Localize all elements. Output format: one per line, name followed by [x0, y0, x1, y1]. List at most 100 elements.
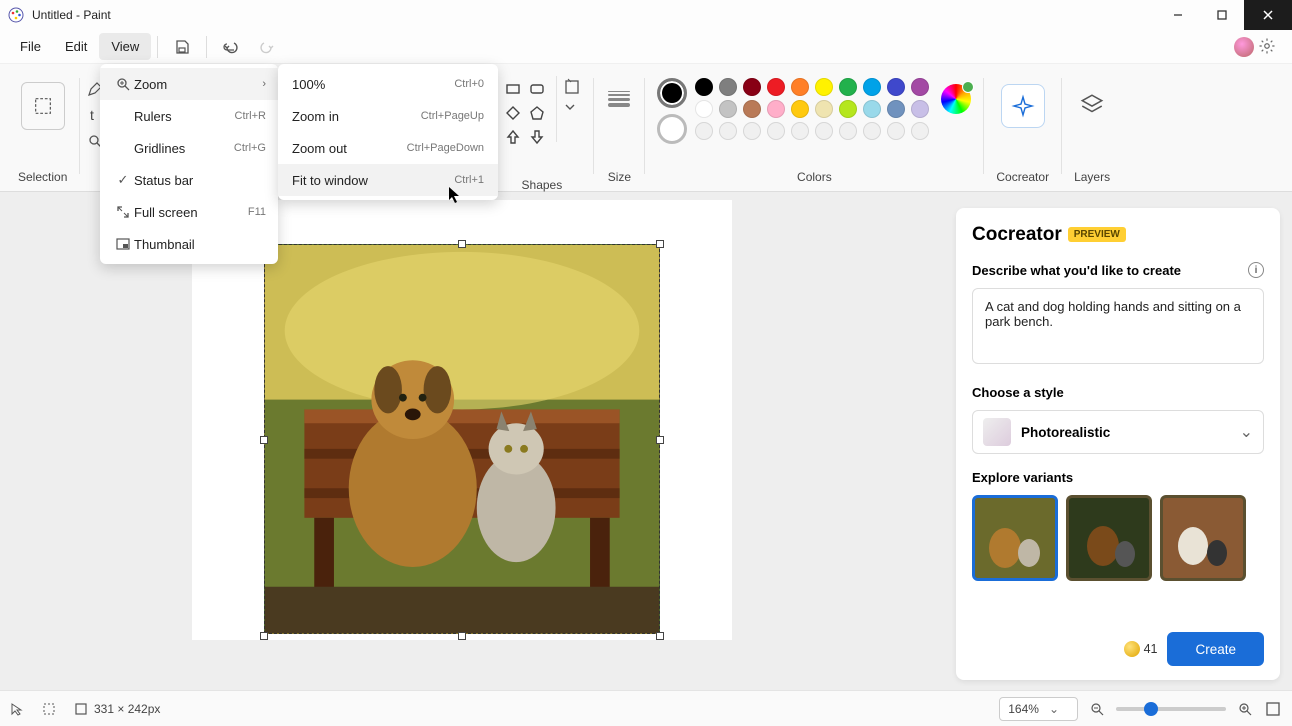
color-swatch[interactable] — [719, 78, 737, 96]
resize-handle[interactable] — [656, 436, 664, 444]
color-swatch[interactable] — [887, 100, 905, 118]
color-swatch[interactable] — [911, 78, 929, 96]
color-swatch[interactable] — [767, 100, 785, 118]
view-menu-gridlines[interactable]: Gridlines Ctrl+G — [100, 132, 278, 164]
view-menu-statusbar[interactable]: ✓ Status bar — [100, 164, 278, 196]
variant-3[interactable] — [1160, 495, 1246, 581]
color-primary[interactable] — [657, 78, 687, 108]
color-swatch[interactable] — [911, 100, 929, 118]
zoom-in[interactable]: Zoom in Ctrl+PageUp — [278, 100, 498, 132]
color-swatch[interactable] — [743, 100, 761, 118]
shape-outline-icon[interactable] — [563, 78, 581, 96]
view-menu-rulers[interactable]: Rulers Ctrl+R — [100, 100, 278, 132]
color-swatch[interactable] — [767, 122, 785, 140]
selection-tool[interactable] — [21, 82, 65, 130]
separator — [1061, 78, 1062, 174]
view-menu-zoom[interactable]: Zoom › — [100, 68, 278, 100]
color-swatch[interactable] — [767, 78, 785, 96]
size-selector[interactable] — [606, 86, 632, 112]
info-icon[interactable]: i — [1248, 262, 1264, 278]
menu-file[interactable]: File — [8, 33, 53, 60]
menu-edit[interactable]: Edit — [53, 33, 99, 60]
resize-handle[interactable] — [656, 632, 664, 640]
view-menu-thumbnail[interactable]: Thumbnail — [100, 228, 278, 260]
undo-button[interactable] — [217, 33, 245, 61]
minimize-button[interactable] — [1156, 0, 1200, 30]
color-swatch[interactable] — [839, 100, 857, 118]
zoom-fit-window[interactable]: Fit to window Ctrl+1 — [278, 164, 498, 196]
color-swatch[interactable] — [815, 122, 833, 140]
color-swatch[interactable] — [695, 122, 713, 140]
shapes-dropdown-icon[interactable] — [563, 102, 577, 112]
color-swatch[interactable] — [743, 122, 761, 140]
shortcut: Ctrl+PageDown — [407, 142, 484, 154]
zoom-slider[interactable] — [1116, 707, 1226, 711]
color-swatch[interactable] — [887, 122, 905, 140]
color-swatch[interactable] — [791, 100, 809, 118]
user-avatar[interactable] — [1234, 37, 1254, 57]
shape-diamond[interactable] — [502, 102, 524, 124]
color-swatch[interactable] — [791, 78, 809, 96]
color-swatch[interactable] — [815, 100, 833, 118]
color-swatch[interactable] — [719, 122, 737, 140]
fit-window-button[interactable] — [1264, 700, 1282, 718]
zoom-100[interactable]: 100% Ctrl+0 — [278, 68, 498, 100]
color-swatch[interactable] — [719, 100, 737, 118]
ribbon-label-cocreator: Cocreator — [996, 168, 1049, 184]
variant-1[interactable] — [972, 495, 1058, 581]
color-swatch[interactable] — [839, 78, 857, 96]
color-secondary[interactable] — [657, 114, 687, 144]
style-select[interactable]: Photorealistic ⌄ — [972, 410, 1264, 454]
cocreator-panel: CocreatorPREVIEW Describe what you'd lik… — [956, 208, 1280, 680]
save-button[interactable] — [168, 33, 196, 61]
zoom-out[interactable]: Zoom out Ctrl+PageDown — [278, 132, 498, 164]
resize-handle[interactable] — [458, 632, 466, 640]
layers-button[interactable] — [1075, 88, 1109, 122]
shape-arrow-down[interactable] — [526, 126, 548, 148]
style-value: Photorealistic — [1021, 425, 1110, 440]
zoom-level-select[interactable]: 164% ⌄ — [999, 697, 1078, 721]
zoom-in-button[interactable] — [1236, 700, 1254, 718]
separator — [593, 78, 594, 174]
settings-icon[interactable] — [1258, 37, 1278, 57]
shape-arrow-up[interactable] — [502, 126, 524, 148]
create-button[interactable]: Create — [1167, 632, 1264, 666]
canvas-image[interactable] — [264, 244, 660, 634]
color-swatch[interactable] — [695, 100, 713, 118]
prompt-input[interactable] — [972, 288, 1264, 364]
label: Fit to window — [292, 173, 368, 188]
chevron-down-icon: ⌄ — [1240, 422, 1253, 442]
color-swatch[interactable] — [791, 122, 809, 140]
resize-handle[interactable] — [260, 436, 268, 444]
color-swatch[interactable] — [887, 78, 905, 96]
color-swatch[interactable] — [839, 122, 857, 140]
color-swatch[interactable] — [911, 122, 929, 140]
color-swatch[interactable] — [863, 78, 881, 96]
window-title: Untitled - Paint — [32, 8, 1156, 22]
resize-handle[interactable] — [458, 240, 466, 248]
resize-handle[interactable] — [260, 632, 268, 640]
redo-button[interactable] — [253, 33, 281, 61]
close-button[interactable] — [1244, 0, 1292, 30]
color-swatch[interactable] — [815, 78, 833, 96]
color-swatch[interactable] — [743, 78, 761, 96]
shape-pentagon[interactable] — [526, 102, 548, 124]
cocreator-title: CocreatorPREVIEW — [972, 224, 1264, 246]
zoom-slider-knob[interactable] — [1144, 702, 1158, 716]
shape-rect[interactable] — [502, 78, 524, 100]
fullscreen-icon — [112, 205, 134, 219]
color-swatch[interactable] — [863, 122, 881, 140]
variant-2[interactable] — [1066, 495, 1152, 581]
cocreator-button[interactable] — [1001, 84, 1045, 128]
shape-roundrect[interactable] — [526, 78, 548, 100]
menu-view[interactable]: View — [99, 33, 151, 60]
selection-size — [42, 702, 56, 716]
resize-handle[interactable] — [656, 240, 664, 248]
zoom-out-button[interactable] — [1088, 700, 1106, 718]
edit-colors-button[interactable] — [941, 84, 971, 114]
shortcut: Ctrl+R — [235, 110, 266, 122]
maximize-button[interactable] — [1200, 0, 1244, 30]
color-swatch[interactable] — [863, 100, 881, 118]
view-menu-fullscreen[interactable]: Full screen F11 — [100, 196, 278, 228]
color-swatch[interactable] — [695, 78, 713, 96]
